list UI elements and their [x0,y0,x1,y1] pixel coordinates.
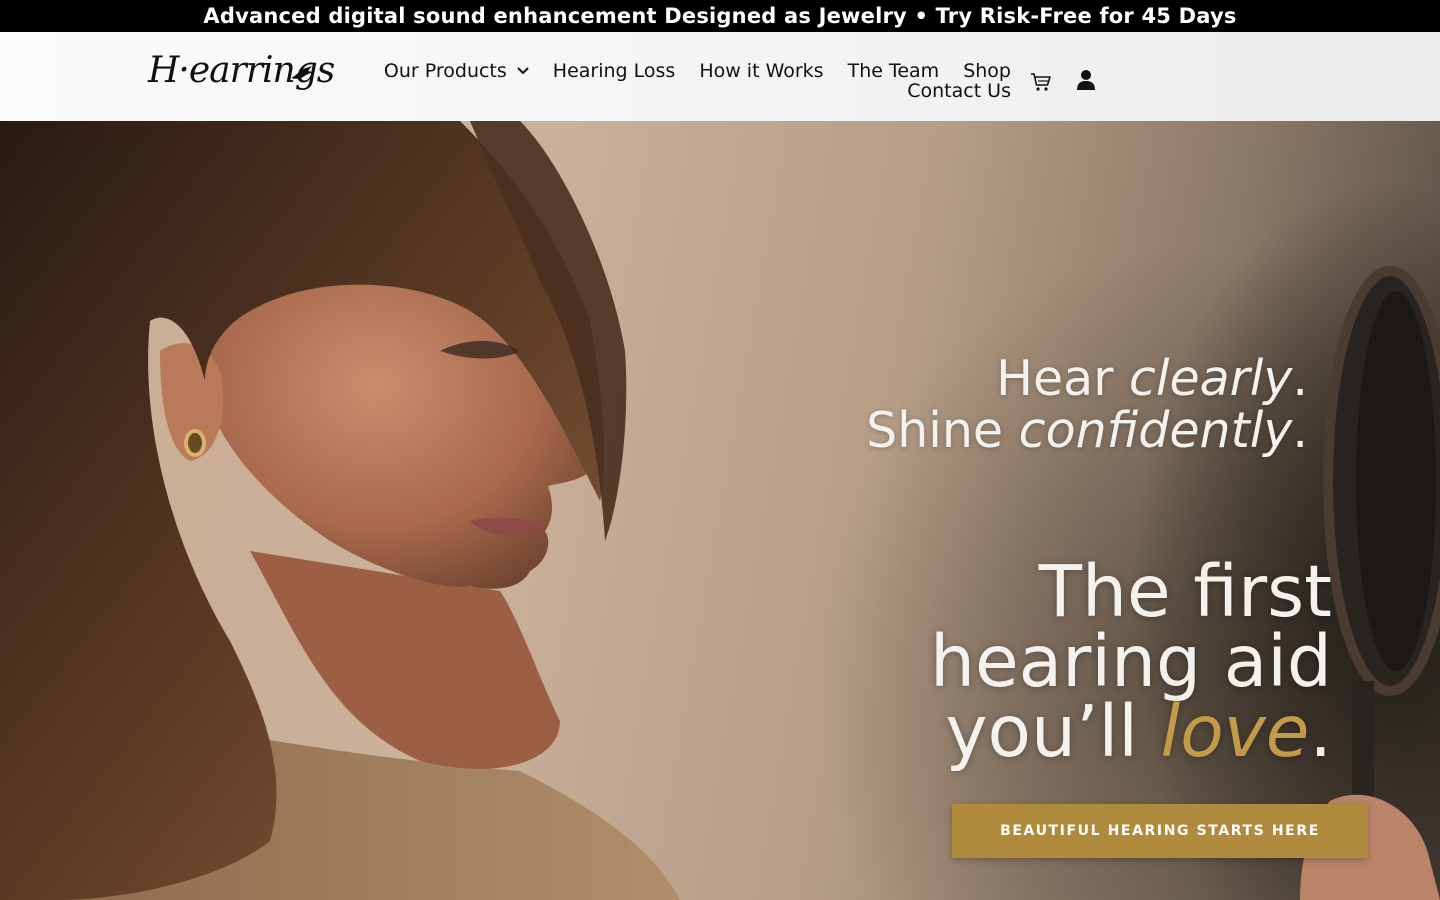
nav-how-it-works[interactable]: How it Works [699,60,823,82]
nav-contact-us[interactable]: Contact Us [907,80,1011,102]
headline-line-2: hearing aid [929,620,1332,703]
hero-headline: The first hearing aid you’ll love. [929,550,1333,767]
main-nav: Our Products Hearing Loss How it Works T… [381,60,1011,102]
tagline-line-1: Hear clearly. [866,353,1308,405]
tagline-line-1-emphasis: clearly [1128,350,1293,407]
hero-photo [0,121,1440,900]
bird-icon [291,66,313,79]
headline-line-3-pre: you’ll [945,690,1161,773]
nav-row-secondary: Contact Us [381,80,1011,102]
tagline-line-1-pre: Hear [996,350,1129,407]
headline-line-3: you’ll love. [930,696,1333,767]
site-header: H·earrings Our Products Hearing Loss How… [0,32,1440,121]
tagline-line-2-pre: Shine [866,402,1019,459]
nav-hearing-loss[interactable]: Hearing Loss [553,60,676,82]
nav-row-primary: Our Products Hearing Loss How it Works T… [381,60,1011,82]
announcement-bar: Advanced digital sound enhancement Desig… [0,0,1440,32]
headline-line-1: The first [1038,550,1332,633]
nav-our-products[interactable]: Our Products [384,60,529,82]
site-logo[interactable]: H·earrings [148,48,335,106]
user-icon[interactable] [1075,69,1097,91]
announcement-text: Advanced digital sound enhancement Desig… [203,4,1237,28]
tagline-line-2-post: . [1292,402,1308,459]
nav-our-products-label: Our Products [383,60,507,82]
hero-section: Hear clearly. Shine confidently. The fir… [0,121,1440,900]
tagline-line-1-post: . [1292,350,1308,407]
headline-line-3-post: . [1309,690,1332,773]
headline-line-3-gold: love [1160,690,1310,773]
nav-the-team[interactable]: The Team [848,60,940,82]
nav-shop[interactable]: Shop [963,60,1011,82]
hero-tagline: Hear clearly. Shine confidently. [866,353,1308,457]
cart-icon[interactable] [1030,72,1052,92]
tagline-line-2-emphasis: confidently [1018,402,1293,459]
tagline-line-2: Shine confidently. [866,405,1308,457]
chevron-down-icon[interactable] [517,67,529,75]
cta-button[interactable]: BEAUTIFUL HEARING STARTS HERE [952,804,1368,858]
